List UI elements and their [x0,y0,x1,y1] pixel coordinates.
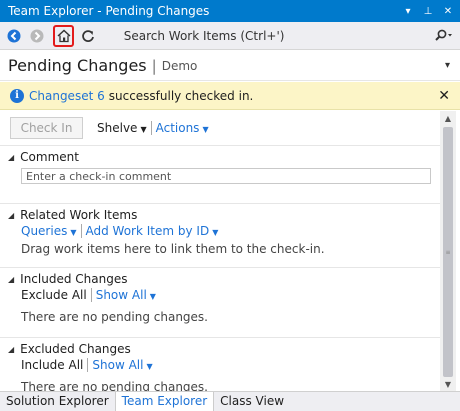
connection-name: Demo [161,58,198,73]
tab-team-explorer[interactable]: Team Explorer [114,392,215,411]
included-changes-section: ◢ Included Changes Exclude All Show All ▼… [0,267,440,341]
section-title: Excluded Changes [20,342,131,356]
check-in-button[interactable]: Check In [10,117,83,139]
info-icon: i [10,88,24,103]
related-work-items-section: ◢ Related Work Items Queries ▼ Add Work I… [0,203,440,267]
tool-window-tabs: Solution Explorer Team Explorer Class Vi… [0,391,460,411]
title-bar: Team Explorer - Pending Changes ▾ ⊥ ✕ [0,0,460,22]
search-input[interactable]: Search Work Items (Ctrl+') [120,26,425,46]
actions-menu[interactable]: Actions ▼ [156,121,209,135]
section-title: Related Work Items [20,208,138,222]
chevron-down-icon: ▼ [202,125,209,134]
scroll-down-icon[interactable]: ▼ [440,377,456,391]
page-header: Pending Changes | Demo ▾ [0,51,460,81]
window-title: Team Explorer - Pending Changes [8,4,210,18]
back-button[interactable] [4,26,23,46]
excluded-links: Include All Show All ▼ [21,358,153,372]
related-hint: Drag work items here to link them to the… [21,242,325,256]
window-dropdown-icon[interactable]: ▾ [400,6,416,17]
excluded-changes-section: ◢ Excluded Changes Include All Show All ▼… [0,337,440,391]
add-work-item-label: Add Work Item by ID [85,224,210,238]
tab-solution-explorer[interactable]: Solution Explorer [0,392,115,411]
excluded-header[interactable]: ◢ Excluded Changes [8,342,131,356]
collapse-triangle-icon[interactable]: ◢ [8,153,14,162]
chevron-down-icon: ▼ [140,125,147,134]
changeset-link[interactable]: Changeset 6 [29,89,105,103]
shelve-menu[interactable]: Shelve ▼ [97,121,147,135]
pending-changes-content: Check In Shelve ▼ Actions ▼ ◢ Comment Ente… [0,111,440,391]
show-all-menu[interactable]: Show All ▼ [96,288,156,302]
section-title: Comment [20,150,79,164]
forward-button[interactable] [27,26,46,46]
related-links: Queries ▼ Add Work Item by ID ▼ [21,224,218,238]
refresh-button[interactable] [78,26,97,46]
search-icon[interactable] [433,29,460,43]
related-header[interactable]: ◢ Related Work Items [8,208,137,222]
queries-label: Queries [21,224,68,238]
chevron-down-icon: ▼ [70,228,77,237]
title-separator: | [151,56,157,75]
show-all-label: Show All [95,288,147,302]
page-title[interactable]: Pending Changes [0,56,147,75]
excluded-empty-message: There are no pending changes. [21,380,208,391]
close-icon[interactable]: ✕ [440,6,456,17]
show-all-label: Show All [92,358,144,372]
comment-input[interactable]: Enter a check-in comment [21,168,431,184]
scroll-thumb[interactable]: ≡ [443,127,453,377]
included-empty-message: There are no pending changes. [21,310,208,324]
chevron-down-icon: ▼ [146,362,153,371]
chevron-down-icon: ▼ [212,228,219,237]
pin-icon[interactable]: ⊥ [420,6,436,17]
include-all-link[interactable]: Include All [21,358,83,372]
home-icon [57,28,71,42]
add-work-item-menu[interactable]: Add Work Item by ID ▼ [86,224,219,238]
divider [150,121,152,135]
home-button[interactable] [52,24,75,47]
back-arrow-icon [7,29,21,42]
refresh-icon [82,29,94,42]
included-header[interactable]: ◢ Included Changes [8,272,127,286]
collapse-triangle-icon[interactable]: ◢ [8,275,14,284]
action-bar: Check In Shelve ▼ Actions ▼ [10,117,209,139]
collapse-triangle-icon[interactable]: ◢ [8,345,14,354]
page-dropdown-icon[interactable]: ▾ [445,60,450,71]
tab-class-view[interactable]: Class View [214,392,290,411]
divider [80,224,82,238]
info-banner: i Changeset 6 successfully checked in. ✕ [0,82,460,110]
collapse-triangle-icon[interactable]: ◢ [8,211,14,220]
divider [87,358,89,372]
chevron-down-icon: ▼ [149,292,156,301]
comment-section: ◢ Comment Enter a check-in comment [0,145,440,203]
show-all-menu[interactable]: Show All ▼ [92,358,152,372]
included-links: Exclude All Show All ▼ [21,288,156,302]
actions-label: Actions [155,121,200,135]
toolbar: Search Work Items (Ctrl+') [0,22,460,50]
shelve-label: Shelve [97,121,138,135]
exclude-all-link[interactable]: Exclude All [21,288,87,302]
banner-close-icon[interactable]: ✕ [438,88,450,104]
comment-header[interactable]: ◢ Comment [8,150,79,164]
queries-menu[interactable]: Queries ▼ [21,224,77,238]
section-title: Included Changes [20,272,128,286]
forward-arrow-icon [30,29,44,42]
banner-message: successfully checked in. [108,88,254,103]
scroll-up-icon[interactable]: ▲ [440,111,456,125]
grip-icon: ≡ [445,249,451,256]
divider [90,288,92,302]
vertical-scrollbar[interactable]: ▲ ≡ ▼ [440,111,456,391]
